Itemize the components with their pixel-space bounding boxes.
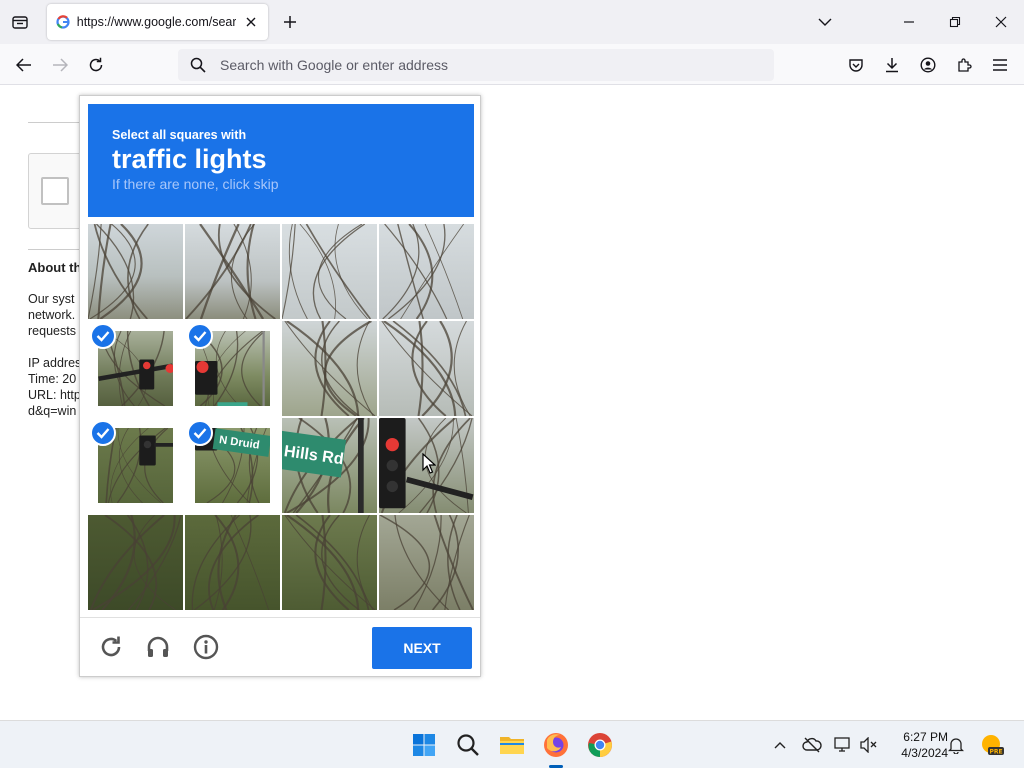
clock-time: 6:27 PM [903, 730, 948, 744]
tile-image [282, 515, 377, 610]
grid-tile[interactable] [88, 321, 183, 416]
weather-badge-text: PRE [989, 749, 1002, 756]
minimize-icon[interactable] [886, 0, 932, 44]
tile-image [379, 224, 474, 319]
checkmark-icon [187, 420, 213, 446]
mouse-cursor [422, 452, 437, 475]
back-arrow-icon[interactable] [10, 52, 38, 78]
grid-tile[interactable] [282, 321, 377, 416]
chevron-down-icon[interactable] [802, 0, 848, 44]
grid-tile[interactable] [379, 224, 474, 319]
account-icon[interactable] [914, 52, 942, 78]
ip-address-line: IP addres [28, 356, 82, 370]
google-icon [55, 14, 71, 30]
grid-tile[interactable] [185, 321, 280, 416]
tile-image: Hills Rd [282, 418, 377, 513]
menu-icon[interactable] [986, 52, 1014, 78]
file-explorer-icon[interactable] [496, 729, 528, 761]
close-tab-icon[interactable] [242, 13, 260, 31]
tab-bar: https://www.google.com/search [0, 0, 1024, 44]
checkmark-icon [90, 420, 116, 446]
grid-tile[interactable] [185, 515, 280, 610]
time-line: Time: 20 [28, 372, 77, 386]
reload-icon[interactable] [82, 52, 110, 78]
tile-image [88, 224, 183, 319]
audio-challenge-icon[interactable] [143, 632, 173, 662]
grid-tile[interactable] [282, 515, 377, 610]
tile-image [185, 224, 280, 319]
grid-tile[interactable] [379, 321, 474, 416]
challenge-header: Select all squares with traffic lights I… [88, 104, 474, 217]
restore-icon[interactable] [932, 0, 978, 44]
grid-tile[interactable] [282, 224, 377, 319]
recaptcha-checkbox[interactable] [41, 177, 69, 205]
reload-challenge-icon[interactable] [96, 632, 126, 662]
taskbar: 6:27 PM 4/3/2024 PRE [0, 720, 1024, 768]
about-heading: About th [28, 260, 82, 275]
weather-widget-icon[interactable]: PRE [980, 735, 1004, 756]
tile-image [282, 321, 377, 416]
chrome-icon[interactable] [584, 729, 616, 761]
grid-tile[interactable] [379, 515, 474, 610]
checkmark-icon [187, 323, 213, 349]
search-icon [190, 57, 206, 73]
tab-title: https://www.google.com/search [76, 15, 237, 29]
next-button[interactable]: NEXT [372, 627, 472, 669]
page-paragraph-line: network. [28, 308, 76, 322]
pocket-icon[interactable] [842, 52, 870, 78]
checkmark-icon [90, 323, 116, 349]
navigation-toolbar: Search with Google or enter address [0, 44, 1024, 85]
instruction-text: Select all squares with [112, 128, 247, 142]
info-icon[interactable] [191, 632, 221, 662]
forward-arrow-icon[interactable] [46, 52, 74, 78]
skip-hint: If there are none, click skip [112, 176, 279, 192]
grid-tile[interactable] [185, 224, 280, 319]
onedrive-offline-icon[interactable] [802, 735, 822, 755]
page-paragraph-line: Our syst [28, 292, 75, 306]
target-object: traffic lights [112, 144, 267, 174]
grid-tile[interactable] [88, 515, 183, 610]
grid-tile[interactable] [88, 418, 183, 513]
search-icon[interactable] [452, 729, 484, 761]
download-icon[interactable] [878, 52, 906, 78]
address-placeholder: Search with Google or enter address [220, 57, 449, 73]
url-line: d&q=win [28, 404, 77, 418]
notification-bell-icon[interactable] [946, 735, 966, 755]
network-icon[interactable] [833, 735, 853, 755]
firefox-icon[interactable] [540, 729, 572, 761]
extensions-icon[interactable] [950, 52, 978, 78]
tile-image [185, 515, 280, 610]
page-paragraph-line: requests [28, 324, 76, 338]
challenge-footer: NEXT [80, 617, 480, 677]
volume-muted-icon[interactable] [859, 735, 879, 755]
grid-tile[interactable] [88, 224, 183, 319]
close-window-icon[interactable] [978, 0, 1024, 44]
tile-image [88, 515, 183, 610]
windows-start-icon[interactable] [408, 729, 440, 761]
grid-tile[interactable]: Hills Rd [282, 418, 377, 513]
tile-image [379, 321, 474, 416]
address-bar[interactable]: Search with Google or enter address [178, 49, 774, 81]
new-tab-button[interactable] [278, 10, 302, 34]
tile-image [282, 224, 377, 319]
url-line: URL: http [28, 388, 81, 402]
chevron-up-icon[interactable] [770, 735, 790, 755]
clock-date: 4/3/2024 [901, 746, 948, 760]
recaptcha-challenge: Select all squares with traffic lights I… [79, 95, 481, 677]
list-all-tabs-icon[interactable] [8, 10, 32, 34]
clock[interactable]: 6:27 PM 4/3/2024 [888, 729, 948, 761]
tab-google-search[interactable]: https://www.google.com/search [47, 4, 268, 40]
image-grid: N Druid Hills Rd [88, 224, 474, 610]
grid-tile[interactable]: N Druid [185, 418, 280, 513]
tile-image [379, 515, 474, 610]
